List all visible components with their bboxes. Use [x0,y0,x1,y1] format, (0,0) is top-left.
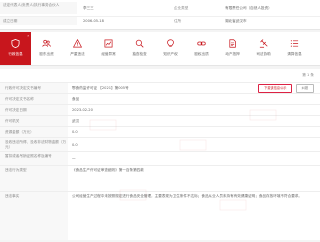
row-label: 违法事实 [0,192,68,240]
tab-chattel-mortgage[interactable]: 动产抵押 [217,32,248,65]
tab-label: 经营异常 [101,52,116,56]
tab-shareholder-capital[interactable]: 股东出资 [31,32,62,65]
legal-rep-value: 李三三 [83,6,94,10]
tab-label: 抽查检查 [132,52,147,56]
row-label: 没收违法所得、没收非法财物金额（万元） [0,138,68,152]
address-value: 湖北省武汉市 [225,19,247,23]
summary-row: 法定代表人/负责人/执行事务合伙人 李三三 企业类型 有限责任公司（自然人投资） [0,2,320,14]
table-row: 没收违法所得、没收非法财物金额（万元） 0.0 [0,137,320,152]
tab-serious-violation[interactable]: 严重违法 [62,32,93,65]
download-button[interactable]: 下载该信息公示 [258,84,293,93]
founded-date-value: 2006-05-18 [83,19,104,23]
tab-spot-check[interactable]: 抽查检查 [124,32,155,65]
tab-label: 清算信息 [287,52,302,56]
tab-administrative-info[interactable]: 7 行政信息 [0,32,31,65]
tab-label: 动产抵押 [225,52,240,56]
tab-label: 行政信息 [8,52,23,56]
tab-equity-pledge[interactable]: 股权出质 [186,32,217,65]
legal-rep-label: 法定代表人/负责人/执行事务合伙人 [0,2,77,14]
search-icon [135,39,144,48]
shield-icon [11,39,20,48]
tab-count: 7 [27,34,29,38]
report-error-button[interactable]: 纠错 [295,84,314,93]
tab-abnormal-operation[interactable]: 经营异常 [93,32,124,65]
document-icon [228,39,237,48]
row-label: 暂扣或者吊销证照名称及编号 [0,152,68,166]
table-row: 暂扣或者吊销证照名称及编号 一 [0,151,320,166]
tab-label: 司法协助 [256,52,271,56]
admin-license-detail: 第 1 条 行政许可决定文书编号 鄂食药监许可证 【2021】第005号 下载该… [0,69,320,240]
address-label: 住所 [174,19,182,23]
list-icon [290,39,299,48]
summary-row: 成立日期 2006-05-18 住所 湖北省武汉市 [0,16,320,25]
gavel-icon [259,39,268,48]
chain-icon [197,39,206,48]
chart-icon [104,39,113,48]
people-icon [42,39,51,48]
table-row: 违法事实 公司经营生产过程中未按照规定进行食品安全管理，主要表现为卫生条件不达标… [0,191,320,240]
tab-label: 股东出资 [39,52,54,56]
company-summary-card: 法定代表人/负责人/执行事务合伙人 李三三 企业类型 有限责任公司（自然人投资）… [0,0,320,30]
row-actions: 下载该信息公示 纠错 [256,84,314,93]
tab-liquidation-info[interactable]: 清算信息 [279,32,310,65]
tab-label: 严重违法 [70,52,85,56]
row-label: 违法行为类型 [0,166,68,192]
tab-label: 股权出质 [194,52,209,56]
company-type-value: 有限责任公司（自然人投资） [225,6,272,10]
bulb-icon [166,39,175,48]
warning-icon [73,39,82,48]
tab-judicial-assistance[interactable]: 司法协助 [248,32,279,65]
company-type-label: 企业类型 [174,6,189,10]
category-tabs: 7 行政信息 股东出资 严重违法 经营异常 抽查检查 知识产权 股权出质 动产抵… [0,32,320,66]
table-row: 违法行为类型 《食品生产许可证审查细则》第一百条第四款 [0,165,320,192]
tab-label: 知识产权 [163,52,178,56]
row-value: 公司经营生产过程中未按照规定进行食品安全管理，主要表现为卫生条件不达标；食品从业… [72,194,302,198]
row-value: 《食品生产许可证审查细则》第一百条第四款 [72,168,144,172]
tab-intellectual-property[interactable]: 知识产权 [155,32,186,65]
record-pager: 第 1 条 [302,73,314,77]
founded-date-label: 成立日期 [0,17,77,25]
